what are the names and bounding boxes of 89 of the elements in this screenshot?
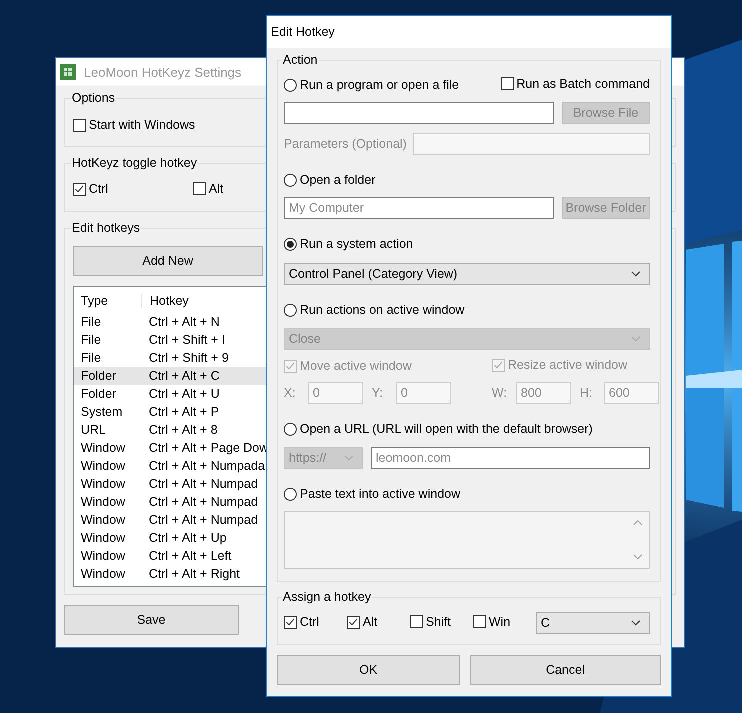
radio-button[interactable]	[284, 422, 297, 436]
checkbox-label: Shift	[426, 614, 452, 629]
key-dropdown[interactable]: C	[536, 612, 650, 634]
checkbox[interactable]	[193, 182, 206, 196]
checkbox[interactable]	[284, 616, 297, 629]
radio-label: Run a system action	[300, 237, 414, 251]
checkbox[interactable]	[347, 616, 360, 629]
field-label: Parameters (Optional)	[284, 137, 405, 151]
checkbox[interactable]	[473, 615, 486, 628]
add-new-button[interactable]: Add New	[73, 246, 263, 276]
table-cell-text: URL	[80, 423, 108, 437]
group-label: Options	[71, 91, 116, 106]
table-cell-text: Ctrl + Alt + Left	[148, 549, 232, 563]
radio-button[interactable]	[284, 174, 297, 186]
checkbox[interactable]	[500, 77, 514, 90]
table-cell-text: Window	[80, 441, 126, 455]
table-cell-text: Window	[80, 549, 126, 563]
field-label: W:	[492, 386, 508, 400]
dialog-button[interactable]: OK	[277, 655, 460, 685]
group-label: Edit hotkeys	[71, 221, 142, 236]
column-header[interactable]: Hotkey	[142, 294, 189, 308]
caret-icon	[631, 336, 641, 342]
dialog-button[interactable]: Cancel	[470, 655, 661, 685]
group-label: Action	[282, 53, 319, 68]
table-cell-text: Window	[80, 513, 126, 527]
checkbox-label: Alt	[363, 615, 378, 630]
table-cell-text: Ctrl + Alt + 8	[148, 423, 218, 437]
table-cell-text: File	[80, 351, 102, 365]
table-cell-text: Window	[80, 531, 126, 545]
field-label: Y:	[372, 386, 384, 400]
caret-icon	[344, 455, 354, 461]
table-cell-text: Ctrl + Alt + U	[148, 387, 220, 401]
file-path-field[interactable]	[284, 102, 554, 124]
system-action-dropdown[interactable]: Control Panel (Category View)	[284, 263, 650, 285]
table-cell-text: Folder	[80, 387, 118, 401]
group-label: Assign a hotkey	[282, 590, 372, 605]
checkbox-label: Ctrl	[300, 615, 320, 630]
checkbox[interactable]	[410, 615, 423, 628]
radio-label: Run a program or open a file	[300, 78, 460, 92]
caret-icon	[631, 271, 641, 277]
table-cell-text: Folder	[80, 369, 118, 383]
app-icon	[60, 64, 76, 80]
table-cell-text: Ctrl + Alt + Numpada	[148, 459, 266, 473]
radio-label: Run actions on active window	[300, 303, 465, 317]
checkbox-label: Run as Batch command	[516, 76, 650, 91]
table-cell-text: Ctrl + Shift + 9	[148, 351, 229, 365]
radio-button[interactable]	[284, 304, 297, 316]
radio-label: Open a URL (URL will open with the default browser)	[300, 422, 593, 436]
table-cell-text: Ctrl + Alt + C	[148, 369, 220, 383]
table-cell-text: Ctrl + Alt + Numpad	[148, 477, 258, 491]
checkbox[interactable]	[73, 118, 86, 132]
table-cell-text: Ctrl + Shift + I	[148, 333, 226, 347]
table-cell-text: Window	[80, 567, 126, 581]
field-label: X:	[284, 386, 297, 400]
field-label: H:	[580, 386, 594, 400]
radio-label: Open a folder	[300, 173, 376, 187]
scroll-up-icon	[633, 520, 643, 526]
checkbox-label: Alt	[209, 182, 224, 196]
save-button[interactable]: Save	[64, 605, 239, 635]
table-cell-text: Ctrl + Alt + Numpad	[148, 513, 258, 527]
radio-button[interactable]	[284, 488, 297, 500]
checkbox-label: Ctrl	[89, 182, 108, 196]
checkbox-label: Resize active window	[508, 358, 628, 372]
table-cell-text: File	[80, 333, 102, 347]
table-cell-text: System	[80, 405, 124, 419]
radio-button[interactable]	[284, 238, 297, 250]
group-label: HotKeyz toggle hotkey	[71, 156, 198, 171]
table-cell-text: Window	[80, 459, 126, 473]
table-cell-text: Ctrl + Alt + P	[148, 405, 220, 419]
table-cell-text: File	[80, 315, 102, 329]
radio-button[interactable]	[284, 78, 297, 92]
folder-path-field[interactable]: My Computer	[284, 197, 554, 219]
window-title: LeoMoon HotKeyz Settings	[84, 64, 242, 80]
scroll-down-icon	[633, 554, 643, 560]
radio-label: Paste text into active window	[300, 487, 460, 501]
url-field[interactable]: leomoon.com	[371, 447, 650, 469]
table-cell-text: Ctrl + Alt + Up	[148, 531, 227, 545]
window-title: Edit Hotkey	[271, 25, 335, 39]
table-cell-text: Ctrl + Alt + N	[148, 315, 220, 329]
table-cell-text: Window	[80, 495, 126, 509]
column-header[interactable]: Type	[74, 294, 142, 308]
checkbox[interactable]	[73, 182, 86, 196]
caret-icon	[631, 620, 641, 626]
checkbox-label: Win	[489, 614, 511, 629]
checkbox-label: Start with Windows	[89, 118, 196, 132]
table-cell-text: Ctrl + Alt + Numpad	[148, 495, 258, 509]
checkbox-label: Move active window	[300, 359, 412, 373]
table-cell-text: Window	[80, 477, 126, 491]
table-cell-text: Ctrl + Alt + Right	[148, 567, 240, 581]
